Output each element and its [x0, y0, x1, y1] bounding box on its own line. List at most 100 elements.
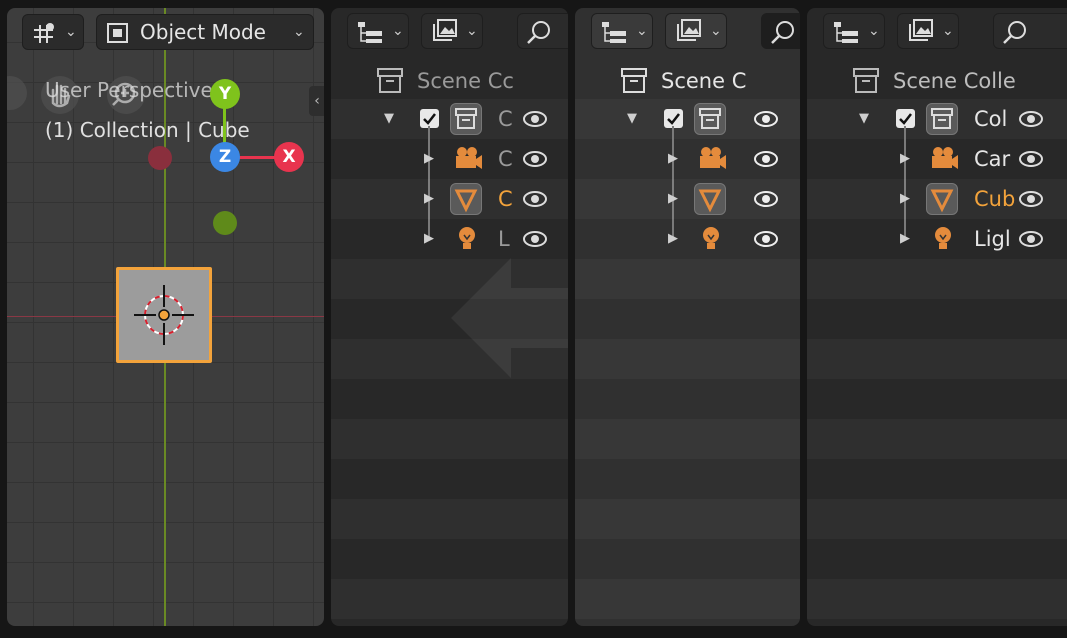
- search-icon: [1003, 21, 1026, 44]
- snapping-menu-button[interactable]: ⌄: [22, 14, 84, 50]
- chevron-down-icon: ⌄: [65, 24, 77, 40]
- row-label: Car: [974, 147, 1011, 171]
- mesh-icon: [926, 183, 958, 215]
- eye-icon[interactable]: [1018, 229, 1044, 249]
- expand-triangle-icon[interactable]: ▶: [668, 231, 678, 246]
- mesh-icon: [694, 183, 726, 215]
- collection-icon: [450, 103, 482, 135]
- eye-icon[interactable]: [753, 189, 779, 209]
- eye-icon[interactable]: [1018, 149, 1044, 169]
- expand-triangle-icon[interactable]: ▶: [424, 191, 434, 206]
- row-label: Col: [974, 107, 1008, 131]
- expand-triangle-icon[interactable]: ▼: [627, 111, 637, 126]
- row-label: L: [498, 227, 510, 251]
- chevron-down-icon: ⌄: [392, 23, 404, 39]
- light-icon: [935, 227, 951, 249]
- 3d-viewport[interactable]: ⌄ Object Mode ⌄ User Perspective (1) Col…: [7, 8, 324, 626]
- mesh-icon: [450, 183, 482, 215]
- search-icon: [527, 21, 550, 44]
- gizmo-y-axis[interactable]: Y: [210, 79, 240, 109]
- gizmo-x-axis[interactable]: X: [274, 142, 304, 172]
- active-object-label: (1) Collection | Cube: [45, 118, 250, 142]
- outliner-tree-icon: [834, 22, 858, 43]
- row-label: Ligl: [974, 227, 1011, 251]
- view-name-label: User Perspective: [45, 78, 213, 102]
- chevron-down-icon: ⌄: [293, 24, 305, 40]
- gizmo-neg-y-axis[interactable]: [213, 211, 237, 235]
- object-mode-icon: [107, 23, 128, 43]
- expand-triangle-icon[interactable]: ▶: [668, 151, 678, 166]
- eye-icon[interactable]: [522, 189, 548, 209]
- outliner-row-cube[interactable]: ▶ Cub: [807, 179, 1067, 219]
- outliner-editor-3[interactable]: ⌄ ⌄ Scene Colle ▼ Col ▶ Car ▶ Cub ▶ Ligl: [807, 8, 1067, 626]
- outliner-row-collection[interactable]: ▼: [575, 99, 800, 139]
- search-field[interactable]: [761, 13, 800, 49]
- search-field[interactable]: [993, 13, 1067, 49]
- outliner-row-collection[interactable]: ▼ Col: [807, 99, 1067, 139]
- display-mode-button[interactable]: ⌄: [823, 13, 885, 49]
- image-stack-icon: [677, 19, 701, 41]
- scene-collection-row[interactable]: Scene Colle: [807, 61, 1067, 101]
- eye-icon[interactable]: [1018, 109, 1044, 129]
- eye-icon[interactable]: [753, 149, 779, 169]
- outliner-row-camera[interactable]: ▶ C: [331, 126, 568, 239]
- outliner-row-light[interactable]: ▶: [575, 219, 800, 259]
- row-label: C: [498, 187, 513, 211]
- expand-triangle-icon[interactable]: ▶: [668, 191, 678, 206]
- filter-button[interactable]: ⌄: [665, 13, 727, 49]
- camera-icon: [932, 147, 958, 169]
- outliner-row-light[interactable]: ▶ L: [331, 219, 568, 259]
- 3d-cursor-icon[interactable]: [134, 285, 194, 345]
- scene-collection-label: Scene Cc: [417, 69, 514, 93]
- image-stack-icon: [433, 19, 457, 41]
- display-mode-button[interactable]: ⌄: [591, 13, 653, 49]
- expand-triangle-icon[interactable]: ▶: [900, 191, 910, 206]
- gizmo-z-axis[interactable]: Z: [210, 142, 240, 172]
- chevron-down-icon: ⌄: [942, 23, 954, 39]
- eye-icon[interactable]: [753, 109, 779, 129]
- row-label: C: [498, 107, 513, 131]
- eye-icon[interactable]: [1018, 189, 1044, 209]
- chevron-down-icon: ⌄: [710, 23, 722, 39]
- outliner-editor-1[interactable]: ⌄ ⌄ Scene Cc ▼ C ▶ C ▶ C ▶ L: [331, 8, 568, 626]
- outliner-row-cube[interactable]: ▶ C: [331, 179, 568, 219]
- mode-selector[interactable]: Object Mode ⌄: [96, 14, 314, 50]
- eye-icon[interactable]: [522, 109, 548, 129]
- display-mode-button[interactable]: ⌄: [347, 13, 409, 49]
- eye-icon[interactable]: [753, 229, 779, 249]
- scene-collection-label: Scene Colle: [893, 69, 1016, 93]
- chevron-down-icon: ⌄: [868, 23, 880, 39]
- expand-triangle-icon[interactable]: ▼: [859, 111, 869, 126]
- outliner-tree-icon: [358, 22, 382, 43]
- mode-label: Object Mode: [140, 20, 266, 44]
- expand-triangle-icon[interactable]: ▶: [900, 151, 910, 166]
- image-stack-icon: [909, 19, 933, 41]
- outliner-row-camera[interactable]: ▶: [575, 126, 800, 239]
- expand-triangle-icon[interactable]: ▶: [424, 231, 434, 246]
- light-icon: [703, 227, 719, 249]
- expand-triangle-icon[interactable]: ▼: [384, 111, 394, 126]
- filter-button[interactable]: ⌄: [897, 13, 959, 49]
- scene-collection-icon: [853, 68, 879, 93]
- outliner-row-collection[interactable]: ▼ C: [331, 99, 568, 139]
- sidebar-toggle[interactable]: ‹: [309, 86, 324, 116]
- gizmo-neg-x-axis[interactable]: [148, 146, 172, 170]
- filter-button[interactable]: ⌄: [421, 13, 483, 49]
- collection-icon: [926, 103, 958, 135]
- outliner-row-camera[interactable]: ▶ Car: [807, 126, 1067, 239]
- expand-triangle-icon[interactable]: ▶: [424, 151, 434, 166]
- scene-collection-icon: [377, 68, 403, 93]
- outliner-editor-2[interactable]: ⌄ ⌄ Scene C ▼ ▶ ▶ ▶: [575, 8, 800, 626]
- scene-collection-row[interactable]: Scene Cc: [331, 61, 568, 101]
- light-icon: [459, 227, 475, 249]
- scene-collection-label: Scene C: [661, 69, 747, 93]
- search-field[interactable]: [517, 13, 568, 49]
- expand-triangle-icon[interactable]: ▶: [900, 231, 910, 246]
- search-icon: [771, 21, 794, 44]
- eye-icon[interactable]: [522, 229, 548, 249]
- scene-collection-row[interactable]: Scene C: [575, 61, 800, 101]
- outliner-row-cube[interactable]: ▶: [575, 179, 800, 219]
- outliner-row-light[interactable]: ▶ Ligl: [807, 219, 1067, 259]
- chevron-down-icon: ⌄: [636, 23, 648, 39]
- eye-icon[interactable]: [522, 149, 548, 169]
